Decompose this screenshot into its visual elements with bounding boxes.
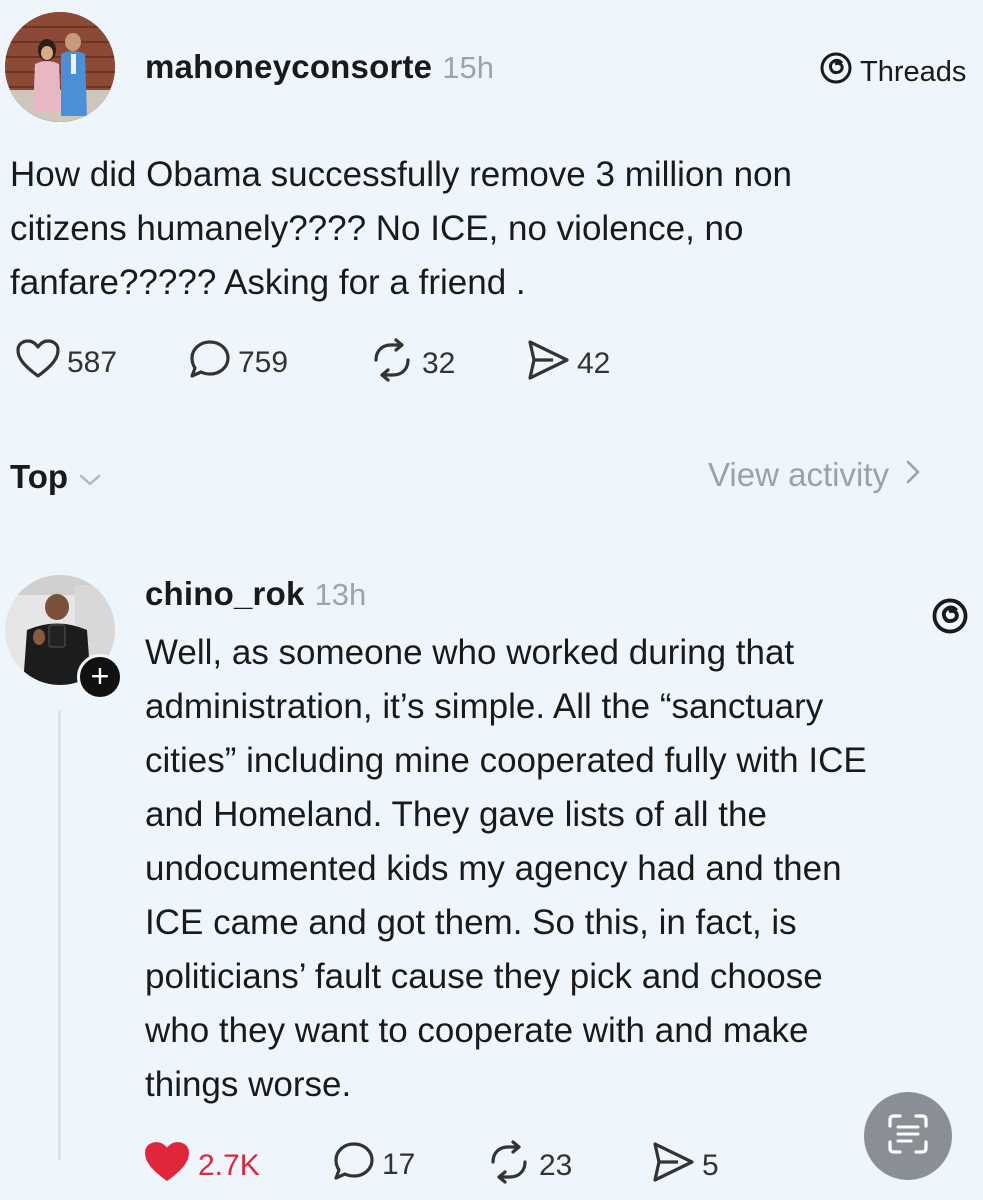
reply-body: Well, as someone who worked during that … <box>145 626 975 1112</box>
post-timestamp: 15h <box>442 50 494 85</box>
reply-repost-count: 23 <box>539 1149 573 1182</box>
follow-plus-button[interactable]: + <box>77 654 123 700</box>
send-icon <box>525 338 577 390</box>
sort-dropdown[interactable]: Top <box>10 458 102 496</box>
post-repost-button[interactable]: 32 <box>368 338 455 390</box>
comment-icon <box>188 338 238 388</box>
post-reply-count: 759 <box>238 346 289 379</box>
chevron-down-icon <box>68 458 102 496</box>
reply-text-line: things worse. <box>145 1065 352 1104</box>
reply-like-button[interactable]: 2.7K <box>142 1140 260 1192</box>
reply-username[interactable]: chino_rok <box>145 575 305 613</box>
reply-reply-button[interactable]: 17 <box>332 1140 415 1190</box>
reply-share-count: 5 <box>702 1149 719 1182</box>
reply-text-line: cities” including mine cooperated fully … <box>145 741 867 780</box>
sort-label: Top <box>10 458 69 495</box>
text-scan-button[interactable] <box>864 1092 952 1180</box>
reply-text-line: Well, as someone who worked during that <box>145 633 795 672</box>
reply-thread-line <box>58 710 61 1160</box>
post-share-button[interactable]: 42 <box>525 338 610 390</box>
post-reply-button[interactable]: 759 <box>188 338 288 388</box>
comment-icon <box>332 1140 382 1190</box>
post-author-avatar[interactable] <box>5 12 115 122</box>
post-like-count: 587 <box>67 346 118 379</box>
threads-logo-icon <box>818 50 860 94</box>
reply-text-line: who they want to cooperate with and make <box>145 1011 809 1050</box>
threads-badge[interactable]: Threads <box>818 50 966 94</box>
reply-header: chino_rok 13h <box>145 575 366 613</box>
reply-share-button[interactable]: 5 <box>650 1140 719 1192</box>
send-icon <box>650 1140 702 1192</box>
reply-text-line: politicians’ fault cause they pick and c… <box>145 957 823 996</box>
reply-text-line: and Homeland. They gave lists of all the <box>145 795 767 834</box>
repost-icon <box>368 338 422 390</box>
reply-reply-count: 17 <box>382 1148 416 1181</box>
reply-text-line: administration, it’s simple. All the “sa… <box>145 687 824 726</box>
repost-icon <box>485 1140 539 1192</box>
post-body: How did Obama successfully remove 3 mill… <box>10 148 970 310</box>
post-repost-count: 32 <box>422 347 456 380</box>
post-share-count: 42 <box>577 347 611 380</box>
reply-repost-button[interactable]: 23 <box>485 1140 572 1192</box>
chevron-right-icon <box>889 456 921 494</box>
post-username[interactable]: mahoneyconsorte <box>145 48 432 86</box>
view-activity-label: View activity <box>708 456 889 493</box>
heart-filled-icon <box>142 1140 198 1192</box>
reply-text-line: undocumented kids my agency had and then <box>145 849 842 888</box>
heart-icon <box>15 338 67 388</box>
post-text-line: How did Obama successfully remove 3 mill… <box>10 155 792 194</box>
post-like-button[interactable]: 587 <box>15 338 117 388</box>
post-text-line: fanfare????? Asking for a friend . <box>10 263 526 302</box>
post-header: mahoneyconsorte 15h <box>145 48 494 86</box>
scan-text-icon <box>884 1110 932 1163</box>
post-text-line: citizens humanely???? No ICE, no violenc… <box>10 209 744 248</box>
reply-timestamp: 13h <box>314 577 367 612</box>
view-activity-link[interactable]: View activity <box>708 456 921 494</box>
reply-like-count: 2.7K <box>198 1149 260 1182</box>
threads-label: Threads <box>860 55 967 88</box>
reply-text-line: ICE came and got them. So this, in fact,… <box>145 903 797 942</box>
